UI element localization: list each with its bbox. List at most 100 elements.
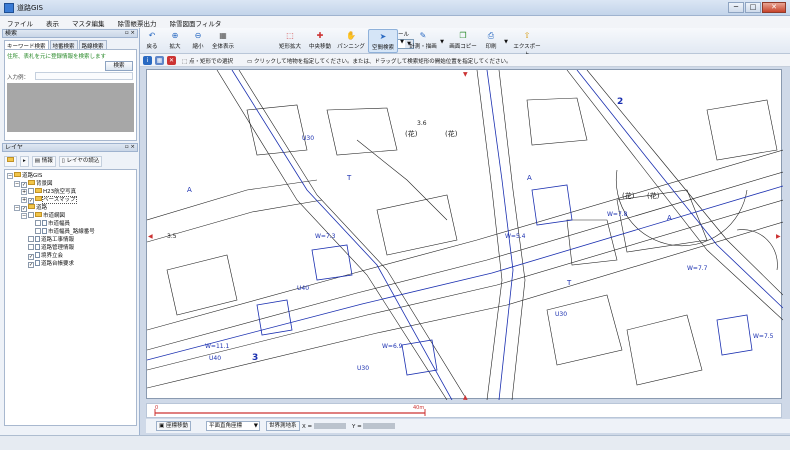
- collapse-button[interactable]: ▸: [20, 156, 29, 167]
- back-button[interactable]: ↶ 戻る: [142, 29, 162, 53]
- load-layer-button[interactable]: ▯ レイヤの読込: [58, 156, 103, 167]
- clear-icon[interactable]: ✕: [167, 56, 176, 65]
- layer-panel-header: レイヤ ▫ ×: [2, 143, 138, 152]
- collapse-icon[interactable]: −: [14, 205, 20, 211]
- menu-master-edit[interactable]: マスタ編集: [65, 16, 111, 28]
- minimize-button[interactable]: ─: [728, 2, 744, 13]
- example-label: 入力例：: [7, 75, 30, 81]
- zoom-in-button[interactable]: ⊕ 拡大: [165, 29, 185, 53]
- search-hint: 住所、表札を元に登録情報を検索します: [7, 54, 107, 60]
- search-results-area[interactable]: [7, 83, 134, 132]
- full-extent-button[interactable]: ▦ 全体表示: [210, 29, 236, 53]
- tree-node-label: 背景図: [36, 181, 53, 187]
- checkbox[interactable]: [28, 212, 34, 218]
- search-button[interactable]: 検索: [105, 61, 133, 71]
- tree-node[interactable]: + ✓ ベースマップ: [21, 196, 77, 204]
- document-icon: [35, 236, 40, 242]
- cursor-icon: ⬚: [182, 59, 189, 65]
- map-label: (花): [405, 129, 418, 138]
- panel-controls[interactable]: ▫ ×: [125, 30, 135, 37]
- folder-icon: [35, 188, 42, 193]
- checkbox[interactable]: [35, 228, 41, 234]
- y-coordinate: Y =: [352, 423, 396, 430]
- rect-zoom-button[interactable]: ⬚ 矩形拡大: [276, 29, 304, 53]
- menu-bar: ファイル 表示 マスタ編集 除雪帳票出力 除雪図面フィルタ: [0, 16, 790, 28]
- folder-icon: [7, 157, 14, 162]
- close-button[interactable]: ✕: [762, 2, 786, 13]
- world-geodetic-button[interactable]: 世界測地系: [266, 421, 300, 431]
- menu-snow-map-filter[interactable]: 除雪図面フィルタ: [163, 16, 228, 28]
- scale-graphic: 0 40m: [154, 405, 426, 416]
- menu-view[interactable]: 表示: [39, 16, 65, 28]
- window-title: 道路GIS: [17, 4, 43, 12]
- tree-node[interactable]: − ✓ 背景図: [14, 180, 53, 188]
- export-icon: ⇧: [523, 31, 531, 40]
- tree-node[interactable]: 道路工事情報: [28, 236, 74, 244]
- map-canvas[interactable]: W=7.3 W=7.8 W=6.9 W=7.5 W=7.7 W=11.1 W=5…: [147, 70, 783, 400]
- map-label: (花): [445, 129, 458, 138]
- menu-snow-report[interactable]: 除雪帳票出力: [111, 16, 163, 28]
- measure-draw-button[interactable]: ✎ 計測・描画: [408, 29, 438, 53]
- map-label: W=5.4: [505, 233, 526, 240]
- tree-node[interactable]: − 道路GIS: [7, 172, 42, 180]
- expand-icon[interactable]: +: [21, 189, 27, 195]
- center-move-button[interactable]: ✚ 中央移動: [306, 29, 334, 53]
- checkbox[interactable]: [28, 236, 34, 242]
- map-label: W=6.9: [382, 343, 403, 350]
- tree-node[interactable]: 道路管理情報: [28, 244, 74, 252]
- menu-file[interactable]: ファイル: [0, 16, 39, 28]
- coordinate-system-select[interactable]: 平面直角座標 ▼: [206, 421, 260, 431]
- spatial-search-dropdown[interactable]: ▼: [399, 29, 405, 53]
- tree-node-label: ベースマップ: [42, 196, 77, 204]
- info-button[interactable]: ▤ 情報: [31, 156, 56, 167]
- open-folder-button[interactable]: [4, 156, 17, 167]
- measure-dropdown[interactable]: ▼: [439, 29, 445, 53]
- pan-label: パンニング: [337, 44, 365, 50]
- map-label: W=7.3: [315, 233, 336, 240]
- checkbox[interactable]: ✓: [28, 262, 34, 268]
- collapse-icon[interactable]: −: [21, 213, 27, 219]
- screen-copy-button[interactable]: ❐ 画面コピー: [448, 29, 478, 53]
- layer-panel-controls[interactable]: ▫ ×: [125, 144, 135, 151]
- layer-tree: − 道路GIS − ✓ 背景図 + H23航空写真 + ✓ ベースマップ − ✓ 道路 − 市道網…: [4, 169, 137, 426]
- keyword-input[interactable]: [35, 72, 133, 80]
- expand-icon[interactable]: +: [21, 197, 27, 203]
- layer-select-icon[interactable]: ▦: [155, 56, 164, 65]
- tree-node[interactable]: ✓ 境界立会: [28, 252, 63, 260]
- tree-node[interactable]: 市道幅員: [35, 220, 70, 228]
- export-button[interactable]: ⇧エクスポート: [512, 29, 542, 58]
- tree-node[interactable]: − 市道網図: [21, 212, 65, 220]
- tree-node[interactable]: + H23航空写真: [21, 188, 76, 196]
- document-icon: [35, 244, 40, 250]
- map-label: T: [566, 279, 572, 287]
- zoom-out-button[interactable]: ⊖ 縮小: [188, 29, 208, 53]
- checkbox[interactable]: [28, 188, 34, 194]
- tree-node[interactable]: ✓ 道路台帳要求: [28, 260, 74, 268]
- checkbox[interactable]: [28, 244, 34, 250]
- screen-copy-label: 画面コピー: [449, 44, 477, 50]
- map-label: 2: [617, 97, 623, 107]
- checkbox[interactable]: [35, 220, 41, 226]
- tree-node[interactable]: − ✓ 道路: [14, 204, 47, 212]
- coordinate-system-value: 平面直角座標: [209, 423, 243, 429]
- map-label: (花): [622, 191, 635, 200]
- back-label: 戻る: [146, 44, 158, 50]
- coordinate-move-button[interactable]: ▣ 座標移動: [156, 421, 191, 431]
- tree-node[interactable]: 市道幅員_路線番号: [35, 228, 95, 236]
- print-dropdown[interactable]: ▼: [503, 29, 509, 53]
- selection-mode[interactable]: ⬚ 点・矩形での選択: [182, 57, 233, 65]
- map-label: U30: [302, 135, 314, 142]
- map-label: W=7.5: [753, 333, 774, 340]
- folder-icon: [28, 204, 35, 209]
- collapse-icon[interactable]: −: [14, 181, 20, 187]
- status-bar: [0, 435, 790, 450]
- print-button[interactable]: ⎙ 印刷: [480, 29, 502, 53]
- info-icon[interactable]: i: [143, 56, 152, 65]
- folder-icon: [35, 196, 42, 201]
- info-bar: i ▦ ✕ ⬚ 点・矩形での選択 ▭ クリックして地物を指定してください。または…: [140, 54, 790, 67]
- maximize-button[interactable]: □: [745, 2, 761, 13]
- spatial-search-button[interactable]: ➤ 空間検索: [368, 29, 398, 53]
- pan-button[interactable]: ✋ パンニング: [336, 29, 366, 53]
- collapse-icon[interactable]: −: [7, 173, 13, 179]
- map-view[interactable]: W=7.3 W=7.8 W=6.9 W=7.5 W=7.7 W=11.1 W=5…: [146, 69, 783, 400]
